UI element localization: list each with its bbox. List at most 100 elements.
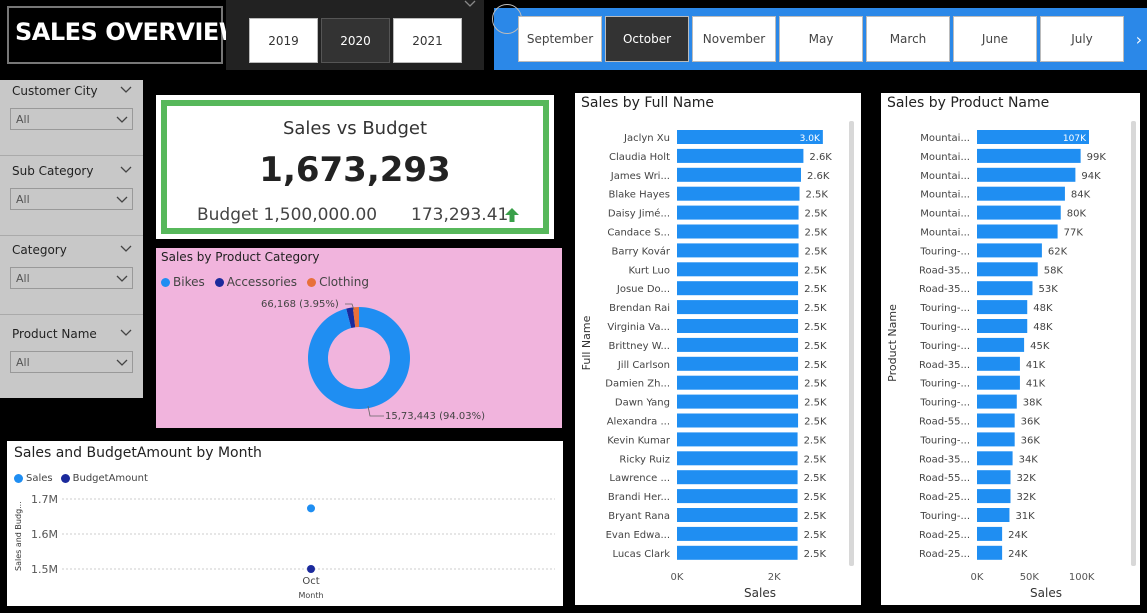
bar[interactable] [677,489,798,504]
kpi-card[interactable]: Sales vs Budget 1,673,293 Budget 1,500,0… [156,95,554,239]
category-label: Road-35... [919,454,970,465]
bar[interactable] [677,375,799,390]
data-label: 62K [1048,246,1068,257]
bar[interactable] [977,451,1013,466]
bar[interactable] [677,470,798,485]
data-point-budgetamount[interactable] [307,565,315,573]
month-button-may[interactable]: May [779,16,863,62]
bar[interactable] [977,356,1020,371]
product-name-dropdown[interactable]: All [10,351,133,373]
bar[interactable] [677,281,799,296]
bar[interactable] [677,148,804,163]
bar[interactable] [977,300,1028,315]
data-label: 66,168 (3.95%) [261,299,339,310]
chevron-down-icon[interactable] [120,86,132,94]
chevron-down-icon[interactable] [120,166,132,174]
chevron-down-icon[interactable] [120,245,132,253]
bar[interactable] [677,394,799,409]
chevron-down-icon[interactable] [120,329,132,337]
filter-category: Category All [0,239,143,315]
page-title: SALES OVERVIEW [15,18,245,46]
chevron-right-icon[interactable]: › [1131,24,1147,54]
x-axis-label: Sales [744,586,776,600]
bar[interactable] [977,148,1081,163]
bar[interactable] [677,262,799,277]
data-label: 24K [1008,549,1028,560]
year-button-2021[interactable]: 2021 [393,18,462,63]
x-tick-label: 0K [671,572,684,583]
data-point-sales[interactable] [307,504,315,513]
bar[interactable] [677,451,798,466]
category-label: Kurt Luo [629,265,670,276]
bar[interactable] [977,243,1042,258]
category-label: Mountai... [920,209,970,220]
bar[interactable] [977,526,1003,541]
bar[interactable] [677,545,798,560]
data-label: 34K [1019,454,1039,465]
bar[interactable] [677,300,799,315]
bar[interactable] [977,545,1003,560]
data-label: 2.5K [804,265,827,276]
bar[interactable] [677,432,798,447]
category-label: Alexandra ... [607,417,670,428]
bar[interactable] [677,337,799,352]
bar[interactable] [977,186,1065,201]
category-label: Kevin Kumar [607,435,671,446]
year-button-2020[interactable]: 2020 [321,18,390,63]
bar[interactable] [977,224,1058,239]
sales-by-product-name-card[interactable]: Sales by Product Name Mountai... 107K Moun… [881,93,1140,605]
bar[interactable] [677,413,799,428]
bar[interactable] [677,186,800,201]
bar[interactable] [977,319,1028,333]
bar[interactable] [677,224,799,239]
chevron-down-icon [116,116,128,123]
bar[interactable] [977,205,1061,220]
data-label: 15,73,443 (94.03%) [385,411,485,422]
sales-by-full-name-card[interactable]: Sales by Full Name Jaclyn Xu 3.0K Claudia … [575,93,861,605]
sales-budget-month-card[interactable]: Sales and BudgetAmount by Month Sales Bu… [7,441,563,606]
year-button-2019[interactable]: 2019 [249,18,318,63]
bar[interactable] [977,508,1010,522]
bar[interactable] [977,281,1033,296]
bar[interactable] [677,319,799,333]
data-label: 41K [1026,379,1046,390]
bar[interactable] [977,375,1020,390]
bar[interactable] [977,394,1017,409]
month-button-october[interactable]: October [605,16,689,62]
x-axis-label: Month [298,591,323,600]
sub-category-dropdown[interactable]: All [10,188,133,210]
chevron-down-icon [116,196,128,203]
y-tick-label: 1.6M [31,528,58,541]
dropdown-value: All [16,356,30,369]
month-button-june[interactable]: June [953,16,1037,62]
bar[interactable] [977,413,1015,428]
bar[interactable] [677,243,799,258]
data-label: 58K [1044,265,1064,276]
category-label: Mountai... [920,152,970,163]
data-label: 2.5K [805,228,828,239]
bar[interactable] [677,526,798,541]
bar[interactable] [977,489,1011,504]
bar[interactable] [977,470,1011,485]
y-axis-label: Product Name [886,304,899,382]
month-button-september[interactable]: September [518,16,602,62]
chevron-down-icon[interactable] [464,0,476,8]
bar[interactable] [977,432,1015,447]
month-button-november[interactable]: November [692,16,776,62]
customer-city-dropdown[interactable]: All [10,108,133,130]
bar[interactable] [977,262,1038,277]
month-button-july[interactable]: July [1040,16,1124,62]
bar[interactable] [677,356,799,371]
product-category-donut-card[interactable]: Sales by Product Category Bikes Accessor… [156,248,562,428]
data-label: 80K [1067,209,1087,220]
bar[interactable] [977,167,1076,182]
bar[interactable] [977,337,1025,352]
filter-label: Sub Category [12,164,94,178]
donut-slice-bikes[interactable] [308,307,411,409]
bar[interactable] [677,508,798,522]
month-button-march[interactable]: March [866,16,950,62]
category-label: Evan Edwa... [606,530,670,541]
bar[interactable] [677,205,799,220]
bar[interactable] [677,167,801,182]
category-dropdown[interactable]: All [10,267,133,289]
